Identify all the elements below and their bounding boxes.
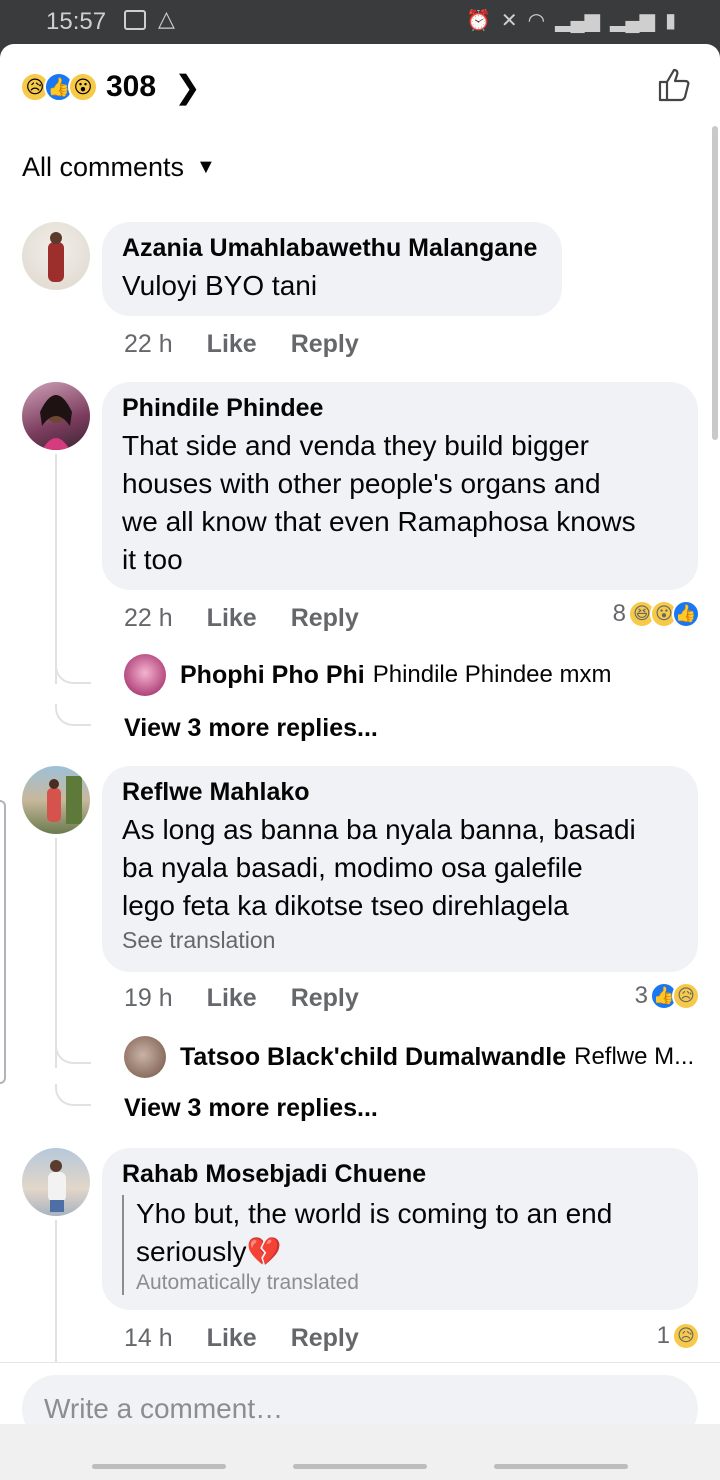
comment-text-line: lego feta ka dikotse tseo direhlagela — [122, 890, 569, 921]
comment-text-line: ba nyala basadi, modimo osa galefile — [122, 852, 583, 883]
comment-text: As long as banna ba nyala banna, basadi … — [122, 811, 678, 925]
comment-text: Vuloyi BYO tani — [122, 270, 318, 301]
reaction-number: 3 — [634, 982, 648, 1009]
translated-block: Yho but, the world is coming to an end s… — [122, 1195, 678, 1295]
like-button[interactable] — [654, 64, 694, 104]
like-link[interactable]: Like — [207, 330, 257, 359]
see-translation-link[interactable]: See translation — [122, 927, 678, 954]
like-link[interactable]: Like — [207, 604, 257, 633]
status-icons: ⏰ ✕ ◠ ▂▄▆ ▂▄▆ ▮ — [466, 8, 676, 33]
comments-sheet: 😥 👍 😮 308 ❯ All comments ▼ Azania Umahla… — [0, 44, 720, 1480]
chevron-down-icon: ▼ — [196, 156, 216, 178]
comment-text-line: Yho but, the world is coming to an end — [136, 1198, 613, 1229]
avatar[interactable] — [124, 654, 166, 696]
view-more-replies[interactable]: View 3 more replies... — [124, 714, 378, 743]
comment-author[interactable]: Phindile Phindee — [122, 394, 678, 423]
reply-text: Phindile Phindee mxm — [372, 661, 612, 688]
nav-recents-button[interactable] — [494, 1464, 628, 1469]
reply-link[interactable]: Reply — [291, 1324, 359, 1353]
comment-bubble[interactable]: Phindile Phindee That side and venda the… — [102, 382, 698, 590]
thread-connector — [55, 1084, 91, 1106]
reply-text: Reflwe M... — [574, 1043, 695, 1070]
filter-label: All comments — [22, 152, 185, 182]
drive-icon: △ — [158, 6, 175, 31]
comment-reactions[interactable]: 1 😥 — [657, 1322, 700, 1350]
chevron-right-icon: ❯ — [174, 69, 201, 105]
nav-back-button[interactable] — [92, 1464, 226, 1469]
comment-time[interactable]: 14 h — [124, 1324, 173, 1353]
reactions-summary[interactable]: 😥 👍 😮 308 ❯ — [20, 68, 201, 106]
wow-icon: 😮 — [68, 72, 98, 102]
avatar[interactable] — [22, 222, 90, 290]
thread-line — [55, 454, 57, 684]
reply-preview[interactable]: Phophi Pho Phi Phindile Phindee mxm — [124, 654, 704, 696]
reactions-header: 😥 👍 😮 308 ❯ — [0, 44, 720, 128]
thread-line — [55, 838, 57, 1068]
comment-time[interactable]: 19 h — [124, 984, 173, 1013]
reply-link[interactable]: Reply — [291, 604, 359, 633]
system-nav-bar — [0, 1424, 720, 1480]
comment-filter[interactable]: All comments ▼ — [22, 152, 216, 183]
reaction-number: 8 — [612, 600, 626, 627]
comment-text-line: As long as banna ba nyala banna, basadi — [122, 814, 636, 845]
auto-translated-label[interactable]: Automatically translated — [136, 1271, 678, 1295]
like-icon: 👍 — [672, 600, 700, 628]
thread-connector — [55, 664, 91, 684]
reply-link[interactable]: Reply — [291, 984, 359, 1013]
comment-actions: 22 h Like Reply — [124, 330, 359, 359]
avatar[interactable] — [22, 766, 90, 834]
avatar[interactable] — [22, 1148, 90, 1216]
like-link[interactable]: Like — [207, 1324, 257, 1353]
reply-author[interactable]: Tatsoo Black'child Dumalwandle — [180, 1043, 566, 1072]
reply-author[interactable]: Phophi Pho Phi — [180, 661, 365, 690]
comment-bubble[interactable]: Rahab Mosebjadi Chuene Yho but, the worl… — [102, 1148, 698, 1310]
comment-time[interactable]: 22 h — [124, 330, 173, 359]
reaction-number: 1 — [656, 1322, 670, 1349]
status-bar: 15:57 △ ⏰ ✕ ◠ ▂▄▆ ▂▄▆ ▮ — [0, 0, 720, 44]
comment-reactions[interactable]: 8 😆 😮 👍 — [613, 600, 700, 628]
sad-icon: 😥 — [672, 982, 700, 1010]
battery-icon: ▮ — [664, 10, 676, 32]
reply-link[interactable]: Reply — [291, 330, 359, 359]
avatar[interactable] — [22, 382, 90, 450]
thread-connector — [55, 1044, 91, 1064]
alarm-icon: ⏰ — [465, 10, 491, 32]
comment-bubble[interactable]: Reflwe Mahlako As long as banna ba nyala… — [102, 766, 698, 972]
comment-text-line: we all know that even Ramaphosa knows — [122, 506, 636, 537]
thread-connector — [55, 704, 91, 726]
reply-preview[interactable]: Tatsoo Black'child Dumalwandle Reflwe M.… — [124, 1036, 704, 1078]
side-panel-handle[interactable] — [0, 800, 6, 1084]
reaction-count: 308 — [106, 70, 157, 103]
status-time: 15:57 — [46, 8, 107, 35]
comment-actions: 19 h Like Reply — [124, 984, 359, 1013]
comment-author[interactable]: Reflwe Mahlako — [122, 778, 678, 807]
nav-home-button[interactable] — [293, 1464, 427, 1469]
thread-line — [55, 1220, 57, 1362]
avatar[interactable] — [124, 1036, 166, 1078]
comment-text-line: That side and venda they build bigger — [122, 430, 589, 461]
view-more-replies[interactable]: View 3 more replies... — [124, 1094, 378, 1123]
sad-icon: 😥 — [672, 1322, 700, 1350]
comment-text-line: houses with other people's organs and — [122, 468, 601, 499]
mute-icon: ✕ — [500, 10, 518, 32]
comment-text-line: seriously💔 — [136, 1236, 282, 1267]
scrollbar[interactable] — [712, 126, 718, 440]
comment-author[interactable]: Rahab Mosebjadi Chuene — [122, 1160, 678, 1189]
comment-bubble[interactable]: Azania Umahlabawethu Malangane Vuloyi BY… — [102, 222, 562, 316]
comment-text-line: it too — [122, 544, 183, 575]
comment-time[interactable]: 22 h — [124, 604, 173, 633]
gallery-icon — [124, 10, 146, 30]
signal2-icon: ▂▄▆ — [610, 10, 655, 32]
comment-author[interactable]: Azania Umahlabawethu Malangane — [122, 234, 542, 263]
signal-icon: ▂▄▆ — [555, 10, 601, 32]
like-link[interactable]: Like — [207, 984, 257, 1013]
comment-actions: 22 h Like Reply — [124, 604, 359, 633]
comment-text: That side and venda they build bigger ho… — [122, 427, 678, 579]
wifi-icon: ◠ — [527, 10, 546, 32]
comment-text: Yho but, the world is coming to an end s… — [136, 1195, 678, 1271]
comment-actions: 14 h Like Reply — [124, 1324, 359, 1353]
comment-reactions[interactable]: 3 👍 😥 — [635, 982, 700, 1010]
